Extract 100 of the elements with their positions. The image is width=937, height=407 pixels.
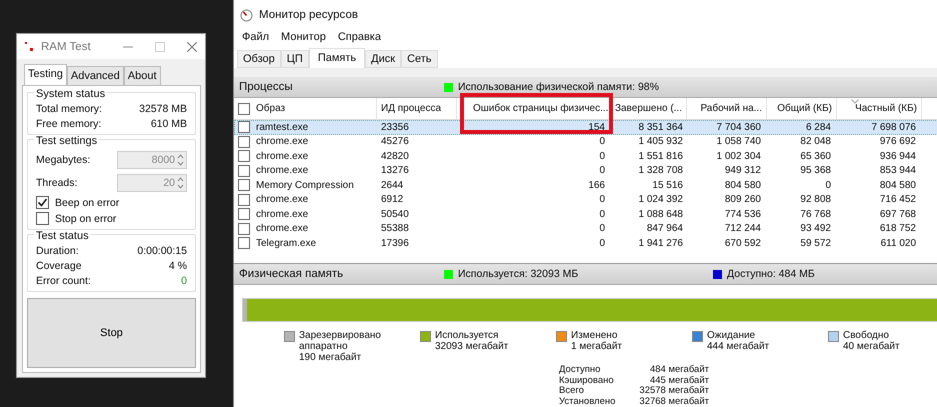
checkbox[interactable] xyxy=(36,196,49,209)
checkbox[interactable] xyxy=(238,121,250,134)
table-cell-text: 936 944 xyxy=(878,150,917,162)
table-cell-text: 1 088 648 xyxy=(638,208,684,220)
table-cell-text: 853 944 xyxy=(878,165,917,176)
table-row[interactable]: Memory Compression 2644 166 15 516 804 580 0 804 580 xyxy=(234,178,937,192)
table-cell-text: 15 516 xyxy=(651,180,684,191)
field-label: Free memory: xyxy=(36,118,102,130)
legend-value: 32093 мегабайт xyxy=(435,341,510,352)
column-header[interactable]: Завершено (... xyxy=(611,98,687,119)
table-cell-text: 1 328 708 xyxy=(638,165,684,176)
group-title: System status xyxy=(34,88,108,100)
table-cell-text: 7 698 076 xyxy=(870,122,917,133)
column-header[interactable]: Образ xyxy=(234,98,377,119)
stat-label: Установлено xyxy=(559,396,616,407)
app-logo-icon xyxy=(25,42,33,51)
table-row[interactable]: ramtest.exe 23356 154 8 351 364 7 704 360 6 284 7 698 076 xyxy=(234,120,937,134)
legend-label: Зарезервировано аппаратно xyxy=(299,330,382,352)
table-cell-text: 804 580 xyxy=(724,180,762,191)
checkbox[interactable] xyxy=(238,208,250,220)
stat-value: 445 мегабайт xyxy=(648,376,709,386)
menu-item[interactable]: Файл xyxy=(242,31,270,44)
group-title: Test settings xyxy=(34,135,100,147)
table-cell-text: 712 244 xyxy=(724,223,762,234)
table-cell-text: 45276 xyxy=(380,136,410,148)
tab[interactable]: Память xyxy=(308,48,366,68)
table-cell: chrome.exe xyxy=(256,165,308,176)
group-title: Test status xyxy=(34,230,91,242)
checkbox[interactable] xyxy=(238,136,250,148)
table-cell-text: 716 452 xyxy=(878,194,917,206)
section-summary: Используется: 32093 МБ xyxy=(458,268,580,280)
field-value: 4 % xyxy=(168,260,187,272)
table-row[interactable]: chrome.exe 42820 0 1 551 816 1 002 304 65 360 936 944 xyxy=(234,149,937,164)
field-value: 0:00:00:15 xyxy=(137,245,187,257)
tab[interactable]: ЦП xyxy=(280,50,309,68)
close-icon[interactable] xyxy=(187,42,197,52)
table-cell-text: 65 360 xyxy=(799,150,832,162)
table-cell: chrome.exe xyxy=(256,150,308,162)
legend-label: Свободно xyxy=(843,330,890,341)
field-value: 0 xyxy=(181,275,187,287)
table-cell-text: 2644 xyxy=(380,180,404,191)
legend-value: 40 мегабайт xyxy=(843,341,901,352)
table-cell-text: 847 964 xyxy=(646,223,684,234)
table-cell-text: 8 351 364 xyxy=(638,122,684,133)
column-header[interactable]: Рабочий на... xyxy=(687,98,767,119)
legend-value: 444 мегабайт xyxy=(707,341,770,352)
column-title: Образ xyxy=(256,103,286,114)
column-header[interactable]: Частный (КБ) xyxy=(837,98,922,119)
stat-value: 32578 мегабайт xyxy=(638,386,709,396)
table-cell-text: 0 xyxy=(598,136,606,148)
gauge-icon xyxy=(240,8,253,22)
table-row[interactable]: chrome.exe 45276 0 1 405 932 1 058 740 82 048 976 692 xyxy=(234,134,937,149)
column-header[interactable]: Ошибок страницы физичес... xyxy=(457,98,611,119)
table-cell-text: 50540 xyxy=(380,208,410,220)
tab[interactable]: About xyxy=(124,66,161,85)
column-header[interactable]: Общий (КБ) xyxy=(767,98,837,119)
table-row[interactable]: chrome.exe 50540 0 1 088 648 774 536 76 768 697 768 xyxy=(234,207,937,222)
table-cell-text: 0 xyxy=(598,194,606,206)
checkbox[interactable] xyxy=(238,164,250,177)
table-cell-text: 0 xyxy=(824,180,832,191)
checkbox[interactable] xyxy=(238,222,250,235)
table-cell-text: 95 368 xyxy=(799,165,832,176)
table-cell-text: 6912 xyxy=(380,194,404,206)
table-cell-text: 92 808 xyxy=(799,194,832,206)
tab[interactable]: Сеть xyxy=(401,50,438,68)
field-value: 32578 MB xyxy=(139,103,187,115)
checkbox[interactable] xyxy=(238,102,250,114)
checkbox[interactable] xyxy=(238,194,250,206)
table-cell-text: 0 xyxy=(598,150,606,162)
table-cell-text: 774 536 xyxy=(724,208,762,220)
section-header[interactable]: Физическая память Используется: 32093 МБ Доступно: 484 МБ xyxy=(234,264,937,285)
column-header[interactable]: ИД процесса xyxy=(377,98,457,119)
field-label: Duration: xyxy=(36,245,79,257)
table-row[interactable]: chrome.exe 55388 0 847 964 712 244 93 492 618 752 xyxy=(234,222,937,236)
stat-value: 484 мегабайт xyxy=(648,365,709,376)
tab[interactable]: Обзор xyxy=(237,50,281,68)
stop-button[interactable]: Stop xyxy=(27,298,196,368)
menu-item[interactable]: Справка xyxy=(338,31,381,44)
table-cell-text: 1 058 740 xyxy=(716,136,762,148)
table-cell-text: 23356 xyxy=(380,122,410,133)
checkbox[interactable] xyxy=(238,150,250,162)
tab[interactable]: Testing xyxy=(24,64,67,85)
section-header[interactable]: Процессы Использование физической памяти: 98% xyxy=(234,77,937,98)
tab[interactable]: Диск xyxy=(365,50,402,68)
menu-item[interactable]: Монитор xyxy=(281,31,326,44)
table-cell-text: 1 551 816 xyxy=(638,150,684,162)
table-cell: Telegram.exe xyxy=(256,238,316,249)
table-cell: ramtest.exe xyxy=(256,122,308,133)
window-title: Монитор ресурсов xyxy=(259,9,358,22)
checkbox[interactable] xyxy=(238,237,250,250)
table-row[interactable]: Telegram.exe 17396 0 1 941 276 670 592 59 572 611 020 xyxy=(234,236,937,250)
table-row[interactable]: chrome.exe 6912 0 1 024 392 809 260 92 808 716 452 xyxy=(234,192,937,207)
stat-label: Кэшировано xyxy=(559,376,615,386)
checkbox[interactable] xyxy=(36,212,49,225)
checkbox[interactable] xyxy=(238,179,250,192)
table-cell-text: 13276 xyxy=(380,165,410,176)
checkbox-label: Beep on error xyxy=(55,196,120,208)
table-row[interactable]: chrome.exe 13276 0 1 328 708 949 312 95 368 853 944 xyxy=(234,164,937,178)
table-cell-text: 55388 xyxy=(380,223,410,234)
tab[interactable]: Advanced xyxy=(66,66,124,85)
